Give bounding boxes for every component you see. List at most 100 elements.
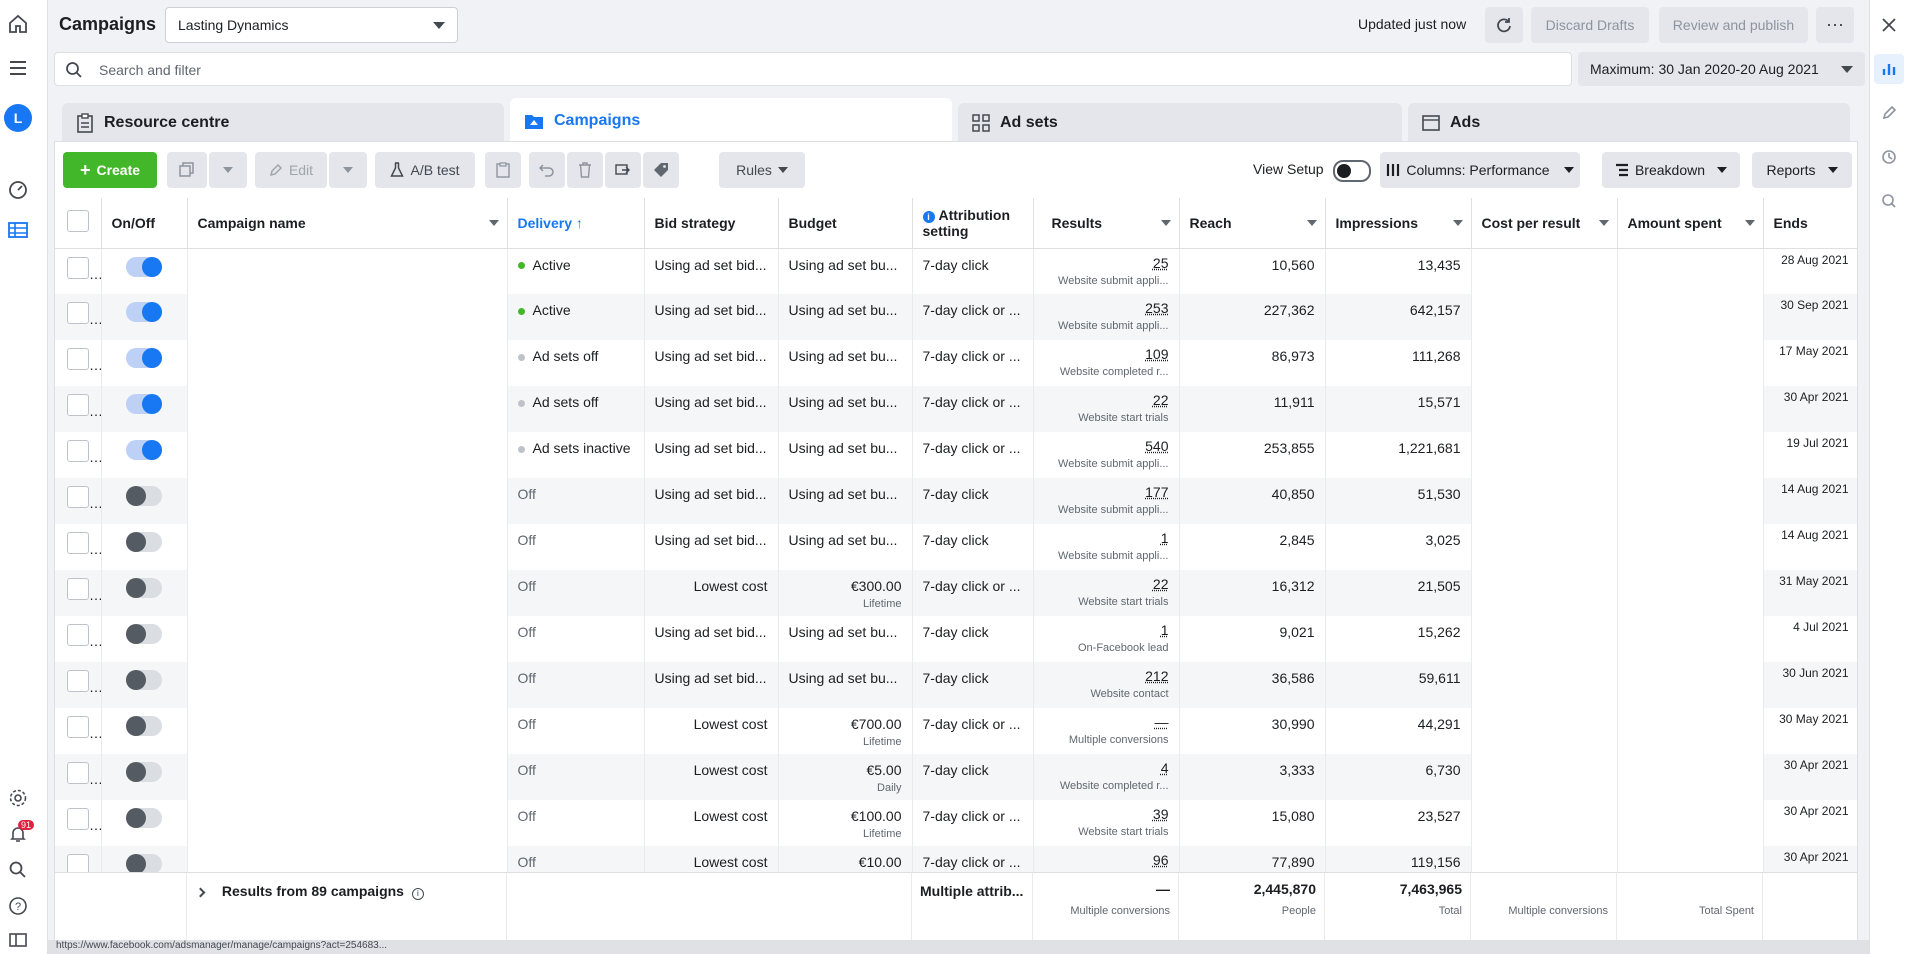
table-row[interactable]: Active Using ad set bid... Using ad set … xyxy=(55,248,1857,294)
table-row[interactable]: Off Lowest cost €300.00 Lifetime 7-day cl… xyxy=(55,570,1857,616)
col-campaign-name[interactable]: Campaign name xyxy=(187,198,508,249)
expand-chevron-icon[interactable] xyxy=(195,887,206,898)
col-bid-strategy[interactable]: Bid strategy xyxy=(644,198,779,249)
campaign-name-cell[interactable] xyxy=(187,248,508,294)
table-row[interactable]: Ad sets off Using ad set bid... Using ad… xyxy=(55,386,1857,432)
create-button[interactable]: + Create xyxy=(63,152,157,188)
info-icon[interactable]: i xyxy=(411,888,424,900)
col-on-off[interactable]: On/Off xyxy=(101,198,188,249)
table-row[interactable]: Ad sets off Using ad set bid... Using ad… xyxy=(55,340,1857,386)
results-value[interactable]: 253 xyxy=(1145,300,1168,316)
tag-button[interactable] xyxy=(643,152,679,188)
campaign-toggle[interactable] xyxy=(125,624,162,644)
view-setup-toggle[interactable] xyxy=(1333,160,1371,182)
history-clock-icon[interactable] xyxy=(1874,142,1904,172)
campaign-toggle[interactable] xyxy=(125,578,162,598)
edit-pencil-icon[interactable] xyxy=(1874,98,1904,128)
duplicate-dropdown[interactable] xyxy=(209,152,247,188)
col-ends[interactable]: Ends xyxy=(1763,198,1857,249)
sort-caret-icon[interactable] xyxy=(1598,220,1609,226)
undo-button[interactable] xyxy=(529,152,565,188)
table-row[interactable]: Off Lowest cost €100.00 Lifetime 7-day cl… xyxy=(55,800,1857,846)
table-row[interactable]: Off Using ad set bid... Using ad set bu.… xyxy=(55,616,1857,662)
table-row[interactable]: Active Using ad set bid... Using ad set … xyxy=(55,294,1857,340)
settings-icon[interactable] xyxy=(4,784,32,812)
results-value[interactable]: 1 xyxy=(1161,622,1169,638)
results-value[interactable]: 540 xyxy=(1145,438,1168,454)
close-icon[interactable] xyxy=(1874,10,1904,40)
refresh-button[interactable] xyxy=(1485,7,1523,43)
results-value[interactable]: 109 xyxy=(1145,346,1168,362)
sort-caret-icon[interactable] xyxy=(1452,220,1463,226)
discard-drafts-button[interactable]: Discard Drafts xyxy=(1531,7,1649,43)
col-attribution[interactable]: i Attribution setting xyxy=(912,198,1034,249)
edit-button[interactable]: Edit xyxy=(255,152,327,188)
row-checkbox[interactable] xyxy=(67,578,89,600)
results-value[interactable]: 212 xyxy=(1145,668,1168,684)
delete-button[interactable] xyxy=(567,152,603,188)
tab-resource-centre[interactable]: Resource centre xyxy=(62,103,504,143)
campaign-toggle[interactable] xyxy=(125,394,162,414)
sort-caret-icon[interactable] xyxy=(488,220,499,226)
campaign-name-cell[interactable] xyxy=(187,478,508,524)
menu-icon[interactable] xyxy=(4,54,32,82)
chart-icon[interactable] xyxy=(1874,54,1904,84)
table-row[interactable]: Ad sets inactive Using ad set bid... Usi… xyxy=(55,432,1857,478)
campaign-toggle[interactable] xyxy=(125,302,162,322)
results-value[interactable]: 25 xyxy=(1153,255,1169,271)
table-row[interactable]: Off Using ad set bid... Using ad set bu.… xyxy=(55,524,1857,570)
results-value[interactable]: 22 xyxy=(1153,576,1169,592)
campaign-toggle[interactable] xyxy=(125,348,162,368)
tab-campaigns[interactable]: Campaigns xyxy=(510,98,952,143)
row-checkbox[interactable] xyxy=(67,440,89,462)
row-checkbox[interactable] xyxy=(67,394,89,416)
results-value[interactable]: 4 xyxy=(1161,760,1169,776)
col-delivery[interactable]: Delivery ↑ xyxy=(507,198,645,249)
avatar[interactable]: L xyxy=(4,104,32,132)
row-checkbox[interactable] xyxy=(67,762,89,784)
campaigns-table-icon[interactable] xyxy=(4,216,32,244)
more-options-button[interactable]: ⋯ xyxy=(1816,7,1854,43)
duplicate-button[interactable] xyxy=(167,152,207,188)
campaign-toggle[interactable] xyxy=(125,256,162,277)
results-value[interactable]: 22 xyxy=(1153,392,1169,408)
search-icon[interactable] xyxy=(4,856,32,884)
campaign-toggle[interactable] xyxy=(125,440,162,460)
campaign-name-cell[interactable] xyxy=(187,524,508,570)
table-row[interactable]: Off Using ad set bid... Using ad set bu.… xyxy=(55,662,1857,708)
row-checkbox[interactable] xyxy=(67,302,89,324)
notifications-icon[interactable]: 91 xyxy=(4,820,35,848)
campaign-name-cell[interactable] xyxy=(187,432,508,478)
row-checkbox[interactable] xyxy=(67,348,89,370)
campaign-name-cell[interactable] xyxy=(187,800,508,846)
campaign-name-cell[interactable] xyxy=(187,616,508,662)
campaign-toggle[interactable] xyxy=(125,532,162,552)
help-icon[interactable]: ? xyxy=(4,892,32,920)
campaign-name-cell[interactable] xyxy=(187,294,508,340)
col-budget[interactable]: Budget xyxy=(778,198,913,249)
results-value[interactable]: 1 xyxy=(1161,530,1169,546)
campaign-name-cell[interactable] xyxy=(187,570,508,616)
results-value[interactable]: 39 xyxy=(1153,806,1169,822)
account-select[interactable]: Lasting Dynamics xyxy=(165,7,458,43)
search-input[interactable] xyxy=(99,59,1499,81)
date-range-picker[interactable]: Maximum: 30 Jan 2020-20 Aug 2021 xyxy=(1578,52,1865,86)
tab-ad-sets[interactable]: Ad sets xyxy=(958,103,1402,143)
col-reach[interactable]: Reach xyxy=(1179,198,1326,249)
table-row[interactable]: Off Using ad set bid... Using ad set bu.… xyxy=(55,478,1857,524)
sort-caret-icon[interactable] xyxy=(1744,220,1755,226)
campaign-name-cell[interactable] xyxy=(187,340,508,386)
home-icon[interactable] xyxy=(4,10,32,38)
results-value[interactable]: 96 xyxy=(1153,852,1169,868)
col-impressions[interactable]: Impressions xyxy=(1325,198,1472,249)
results-value[interactable]: 177 xyxy=(1145,484,1168,500)
select-all-checkbox[interactable] xyxy=(67,210,89,233)
collapse-sidebar-icon[interactable] xyxy=(4,926,32,954)
campaign-toggle[interactable] xyxy=(125,762,162,782)
review-publish-button[interactable]: Review and publish xyxy=(1659,7,1808,43)
campaign-name-cell[interactable] xyxy=(187,754,508,800)
columns-button[interactable]: Columns: Performance xyxy=(1380,152,1580,188)
sort-caret-icon[interactable] xyxy=(1160,220,1171,226)
col-cost-per-result[interactable]: Cost per result xyxy=(1471,198,1618,249)
campaign-name-cell[interactable] xyxy=(187,708,508,754)
